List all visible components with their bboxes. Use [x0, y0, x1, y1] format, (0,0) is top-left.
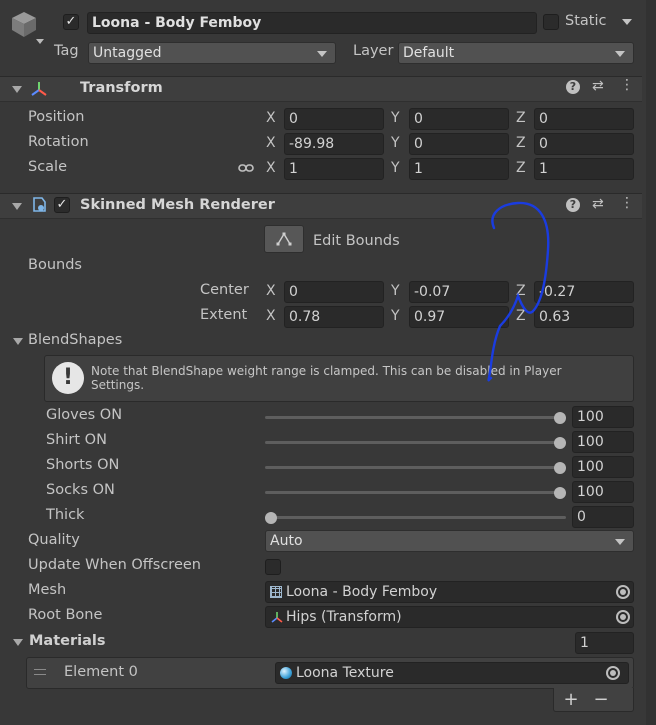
- handwritten-annotation: [487, 201, 550, 382]
